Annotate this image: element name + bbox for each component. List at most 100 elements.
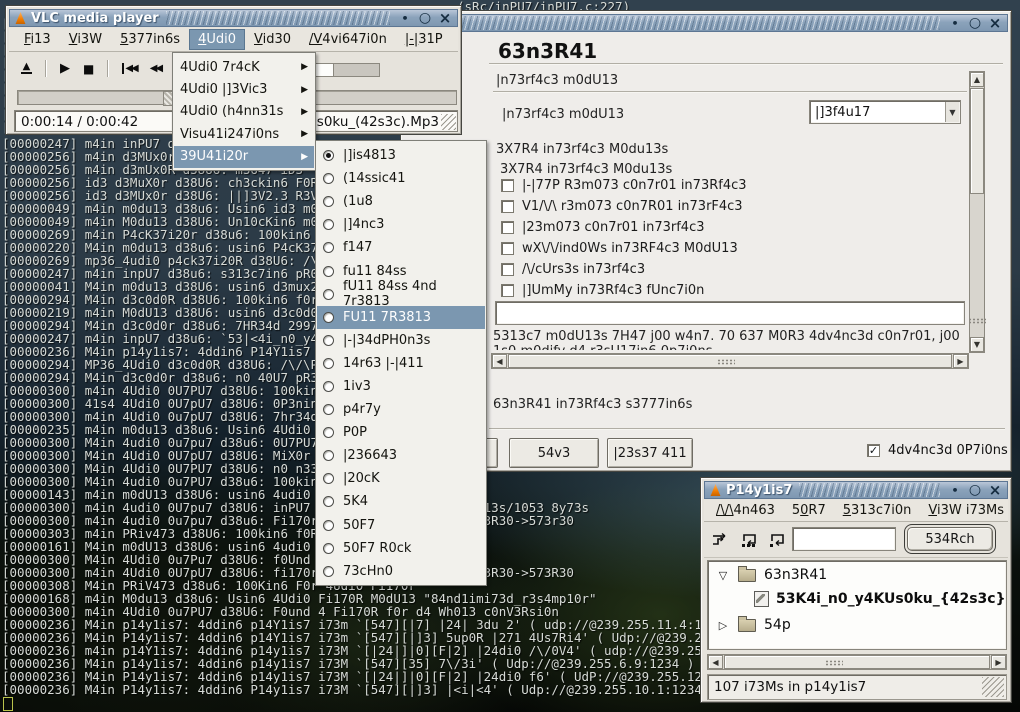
equalizer-item-2[interactable]: (1u8 xyxy=(317,190,485,213)
close-button[interactable] xyxy=(987,16,1003,31)
menubar-item-v4vi647i0n[interactable]: /V4vi647i0n xyxy=(300,29,396,50)
rewind-button[interactable] xyxy=(150,63,161,74)
radio-icon[interactable] xyxy=(323,266,334,277)
playlist-menubar-item-3[interactable]: Vi3W i73Ms xyxy=(924,501,1008,520)
tree-item-label[interactable]: 53K4i_n0_y4KUs0ku_{42s3c}.Mp3 xyxy=(776,591,1007,607)
save-button[interactable]: 54v3 xyxy=(509,438,599,468)
module-checkbox-row-3[interactable]: wX\/\/ind0Ws in73RF4c3 M0dU13 xyxy=(501,238,931,259)
previous-button[interactable] xyxy=(122,63,136,74)
audio-menu-item-4[interactable]: 39U41i20r▶ xyxy=(174,146,314,168)
playlist-titlebar[interactable]: P14y1is7 xyxy=(704,481,1008,499)
equalizer-item-3[interactable]: |]4nc3 xyxy=(317,213,485,236)
module-checkbox-row-2[interactable]: |23m073 c0n7r01 in73rf4c3 xyxy=(501,217,931,238)
horizontal-scrollbar[interactable]: ◀ ▶ xyxy=(707,654,1007,670)
module-checkbox-row-5[interactable]: |]UmMy in73Rf4c3 fUnc7i0n xyxy=(501,280,931,301)
preferences-titlebar[interactable] xyxy=(404,14,1008,32)
equalizer-item-13[interactable]: |236643 xyxy=(317,444,485,467)
minimize-button[interactable] xyxy=(397,11,413,26)
radio-icon[interactable] xyxy=(323,381,334,392)
radio-icon[interactable] xyxy=(323,173,334,184)
scroll-right-button[interactable]: ▶ xyxy=(953,354,968,368)
checkbox-icon[interactable] xyxy=(501,200,514,213)
maximize-button[interactable] xyxy=(967,16,983,31)
tree-item-label[interactable]: 54p xyxy=(764,617,791,633)
tree-row-0[interactable]: ▽ 63n3R41 xyxy=(716,567,827,583)
equalizer-item-7[interactable]: FU11 7R3813 xyxy=(317,306,485,329)
radio-icon[interactable] xyxy=(323,358,334,369)
close-button[interactable] xyxy=(437,11,453,26)
close-button[interactable] xyxy=(987,483,1003,498)
maximize-button[interactable] xyxy=(967,483,983,498)
radio-icon[interactable] xyxy=(323,196,334,207)
checkbox-checked-icon[interactable]: ✓ xyxy=(867,444,880,457)
menubar-item-fi13[interactable]: Fi13 xyxy=(15,29,60,50)
expand-icon[interactable]: ▷ xyxy=(716,619,730,632)
checkbox-icon[interactable] xyxy=(501,221,514,234)
maximize-button[interactable] xyxy=(417,11,433,26)
scrollbar-thumb[interactable] xyxy=(724,655,990,669)
playlist-menubar-item-0[interactable]: /\/\4n463 xyxy=(712,501,779,520)
advanced-options-toggle[interactable]: ✓ 4dv4nc3d 0P7i0ns xyxy=(867,443,1008,458)
radio-icon[interactable] xyxy=(323,312,334,323)
resize-grip[interactable] xyxy=(982,677,1004,697)
audio-menu-item-1[interactable]: 4Udi0 |]3Vic3▶ xyxy=(174,78,314,100)
playlist-tree[interactable]: ▽ 63n3R41 53K4i_n0_y4KUs0ku_{42s3c}.Mp3 ▷ 54… xyxy=(707,560,1007,650)
module-filter-input[interactable] xyxy=(495,301,965,325)
menubar-item-vi3w[interactable]: Vi3W xyxy=(60,29,111,50)
minimize-button[interactable] xyxy=(947,483,963,498)
radio-icon[interactable] xyxy=(323,427,334,438)
scroll-down-button[interactable]: ▼ xyxy=(970,337,984,352)
playlist-menubar-item-1[interactable]: 50R7 xyxy=(788,501,830,520)
scroll-left-button[interactable]: ◀ xyxy=(708,655,723,669)
search-button[interactable]: 534Rch xyxy=(907,527,993,551)
checkbox-icon[interactable] xyxy=(501,179,514,192)
checkbox-icon[interactable] xyxy=(501,263,514,276)
radio-icon[interactable] xyxy=(323,219,334,230)
checkbox-icon[interactable] xyxy=(501,284,514,297)
module-checkbox-row-4[interactable]: /\/cUrs3s in73rf4c3 xyxy=(501,259,931,280)
equalizer-item-8[interactable]: |-|34dPH0n3s xyxy=(317,329,485,352)
tree-item-label[interactable]: 63n3R41 xyxy=(764,567,827,583)
radio-icon[interactable] xyxy=(323,520,334,531)
audio-menu-item-0[interactable]: 4Udi0 7r4cK▶ xyxy=(174,56,314,78)
scrollbar-thumb[interactable] xyxy=(970,88,984,194)
menubar-item-vid30[interactable]: Vid30 xyxy=(245,29,300,50)
repeat-one-button[interactable] xyxy=(765,528,789,552)
equalizer-item-0[interactable]: |]is4813 xyxy=(317,144,485,167)
chevron-down-icon[interactable]: ▼ xyxy=(945,102,959,122)
audio-menu-item-3[interactable]: Visu41i247i0ns▶ xyxy=(174,123,314,145)
checkbox-icon[interactable] xyxy=(501,242,514,255)
vertical-scrollbar[interactable]: ▲ ▼ xyxy=(969,71,985,353)
minimize-button[interactable] xyxy=(947,16,963,31)
scrollbar-thumb[interactable] xyxy=(508,354,952,368)
search-input[interactable] xyxy=(792,527,896,551)
equalizer-item-18[interactable]: 73cHn0 xyxy=(317,560,485,583)
horizontal-scrollbar[interactable]: ◀ ▶ xyxy=(491,353,969,369)
equalizer-item-9[interactable]: 14r63 |-|411 xyxy=(317,352,485,375)
equalizer-item-10[interactable]: 1iv3 xyxy=(317,375,485,398)
radio-icon[interactable] xyxy=(323,450,334,461)
playlist-menubar-item-2[interactable]: 5313c7i0n xyxy=(839,501,916,520)
radio-icon[interactable] xyxy=(323,242,334,253)
shuffle-button[interactable] xyxy=(709,528,733,552)
equalizer-item-4[interactable]: f147 xyxy=(317,236,485,259)
play-button[interactable] xyxy=(60,61,70,76)
menubar-item-4udi0[interactable]: 4Udi0 xyxy=(189,29,245,50)
equalizer-item-11[interactable]: p4r7y xyxy=(317,398,485,421)
volume-slider[interactable] xyxy=(308,63,380,77)
tree-row-1[interactable]: 53K4i_n0_y4KUs0ku_{42s3c}.Mp3 xyxy=(754,591,1007,607)
resize-grip[interactable] xyxy=(441,114,456,130)
equalizer-item-15[interactable]: 5K4 xyxy=(317,490,485,513)
radio-icon[interactable] xyxy=(323,496,334,507)
module-checkbox-row-0[interactable]: |-|77P R3m073 c0n7r01 in73Rf4c3 xyxy=(501,175,931,196)
scroll-left-button[interactable]: ◀ xyxy=(492,354,507,368)
menubar-item-5377in6s[interactable]: 5377in6s xyxy=(111,29,189,50)
scroll-right-button[interactable]: ▶ xyxy=(991,655,1006,669)
radio-icon[interactable] xyxy=(323,289,334,300)
radio-icon[interactable] xyxy=(323,566,334,577)
collapse-icon[interactable]: ▽ xyxy=(716,569,730,582)
equalizer-item-1[interactable]: (14ssic41 xyxy=(317,167,485,190)
equalizer-item-16[interactable]: 50F7 xyxy=(317,514,485,537)
stop-button[interactable] xyxy=(83,62,94,76)
radio-icon[interactable] xyxy=(323,150,334,161)
